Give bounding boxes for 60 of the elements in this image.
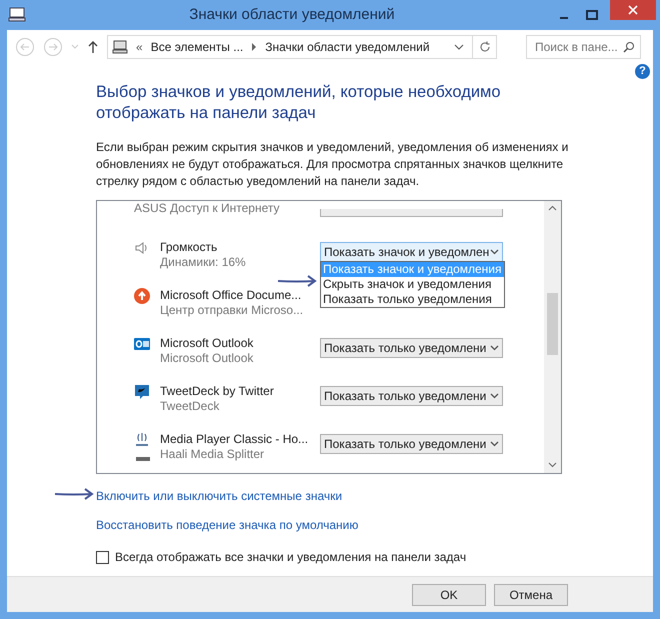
- checkbox-label: Всегда отображать все значки и уведомления на панели задач: [115, 549, 466, 566]
- row-subtitle: Haali Media Splitter: [160, 447, 266, 462]
- close-button[interactable]: [610, 0, 656, 20]
- maximize-icon[interactable]: [586, 10, 598, 20]
- outlook-icon: [134, 336, 150, 352]
- dropdown-option[interactable]: Скрыть значок и уведомления: [321, 277, 504, 292]
- up-arrow-icon[interactable]: [87, 40, 99, 54]
- row-title: Media Player Classic - Ho...: [160, 432, 310, 447]
- computer-icon: [112, 40, 128, 54]
- row-subtitle: TweetDeck: [160, 399, 220, 414]
- scrollbar[interactable]: [544, 201, 561, 473]
- row-title: TweetDeck by Twitter: [160, 384, 275, 399]
- help-button[interactable]: ?: [635, 64, 650, 79]
- breadcrumb[interactable]: Все элементы ...: [150, 38, 244, 56]
- dropdown-icon[interactable]: [454, 43, 464, 51]
- separator-icon: [251, 43, 258, 51]
- bird-icon: [134, 384, 150, 400]
- app-icon: [136, 457, 150, 461]
- select-box[interactable]: Показать только уведомлени: [320, 386, 503, 406]
- search-field[interactable]: Поиск в пане...: [526, 35, 641, 59]
- link[interactable]: Восстановить поведение значка по умолчанию: [96, 516, 358, 534]
- dropdown-icon: [490, 393, 499, 399]
- select-value: Показать значок и уведомлен: [324, 244, 490, 261]
- scroll-thumb[interactable]: [547, 293, 558, 355]
- page-heading: Выбор значков и уведомлений, которые необходимо отображать на панели задач: [96, 82, 502, 124]
- checkbox[interactable]: [96, 550, 109, 564]
- dropdown-icon: [490, 345, 499, 351]
- annotation-arrow: [54, 488, 94, 500]
- row-subtitle: Динамики: 16%: [160, 255, 247, 270]
- select-value: Показать только уведомлени: [324, 340, 488, 357]
- row-subtitle: ASUS Доступ к Интернету: [134, 201, 280, 217]
- computer-icon: [8, 7, 26, 23]
- speaker-icon: [134, 241, 148, 255]
- window-title: Значки области уведомлений: [188, 4, 396, 25]
- upload-icon: [134, 288, 150, 304]
- dropdown-icon: [490, 441, 499, 447]
- media-player-icon: [134, 432, 150, 448]
- close-icon: [628, 5, 638, 15]
- breadcrumb[interactable]: Значки области уведомлений: [265, 38, 430, 56]
- row-subtitle: Центр отправки Microso...: [160, 303, 304, 318]
- dropdown-icon: [490, 249, 499, 255]
- select-value: Показать только уведомлени: [324, 388, 488, 405]
- search-icon: [623, 41, 635, 53]
- dropdown-option[interactable]: Показать только уведомления: [321, 292, 504, 307]
- row-title: Microsoft Outlook: [160, 336, 254, 351]
- row-title: Microsoft Office Docume...: [160, 288, 302, 303]
- dialog-button[interactable]: OK: [412, 584, 486, 606]
- link[interactable]: Включить или выключить системные значки: [96, 487, 342, 505]
- select-value: Показать только уведомлени: [324, 436, 488, 453]
- select-box[interactable]: Показать только уведомлени: [320, 338, 503, 358]
- refresh-icon[interactable]: [478, 41, 490, 53]
- select-box[interactable]: Показать только уведомлени: [320, 434, 503, 454]
- annotation-arrow: [277, 275, 317, 287]
- chevron-text: «: [136, 39, 143, 56]
- address-bar[interactable]: « Все элементы ... Значки области уведомлений: [107, 35, 497, 59]
- dialog-button[interactable]: Отмена: [494, 584, 568, 606]
- description-text: Если выбран режим скрытия значков и уведомлений, уведомления об изменениях и обновлениях не будут отображаться. Для просмотра спрятанных значков щелкните стрелку рядом с областью уведомлений на панели задач.: [96, 139, 570, 190]
- row-title: Громкость: [160, 240, 218, 255]
- select-box[interactable]: Показать значок и уведомлен: [320, 242, 503, 262]
- row-subtitle: Microsoft Outlook: [160, 351, 254, 366]
